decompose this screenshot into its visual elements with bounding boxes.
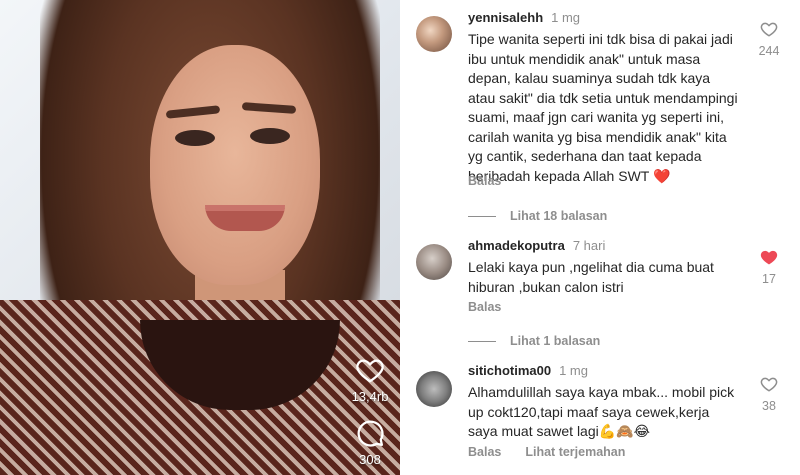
comment-like[interactable]: 244 [752,20,786,58]
comment-time: 1 mg [559,363,588,378]
view-replies-label: Lihat 18 balasan [510,209,608,223]
comment-like-count: 17 [762,272,776,286]
avatar[interactable] [416,16,452,52]
comment-like-count: 38 [762,399,776,413]
comment-username[interactable]: yennisalehh [468,10,543,25]
heart-filled-icon[interactable] [760,248,778,266]
video-likes-count: 13,4rb [351,389,389,404]
video-subject-face [150,45,320,285]
comment-like[interactable]: 17 [752,248,786,286]
comment-header: sitichotima00 1 mg [468,363,588,378]
avatar[interactable] [416,371,452,407]
reply-button[interactable]: Balas [468,300,501,314]
translate-button[interactable]: Lihat terjemahan [525,445,625,459]
comment-text: Tipe wanita seperti ini tdk bisa di paka… [468,31,738,184]
divider [468,215,496,217]
video-subject-eye-left [175,130,215,146]
video-player[interactable]: 13,4rb 308 [0,0,400,475]
video-like-action[interactable]: 13,4rb [340,355,400,404]
heart-outline-icon[interactable] [760,20,778,38]
comment-username[interactable]: ahmadekoputra [468,238,565,253]
heart-outline-icon[interactable] [355,355,385,385]
comment-header: ahmadekoputra 7 hari [468,238,605,253]
comment-actions: Balas Lihat terjemahan [468,445,625,459]
video-comments-count: 308 [359,452,381,467]
comment-text: Lelaki kaya pun ,ngelihat dia cuma buat … [468,259,714,295]
comment-username[interactable]: sitichotima00 [468,363,551,378]
avatar[interactable] [416,244,452,280]
view-replies-button[interactable]: Lihat 18 balasan [468,209,607,223]
comment-like-count: 244 [758,44,780,58]
comments-panel: yennisalehh 1 mg Tipe wanita seperti ini … [400,0,800,475]
heart-outline-icon[interactable] [760,375,778,393]
comment-time: 7 hari [572,238,606,253]
comment-header: yennisalehh 1 mg [468,10,580,25]
video-subject-eye-right [250,128,290,144]
divider [468,340,496,342]
view-replies-button[interactable]: Lihat 1 balasan [468,334,600,348]
comment-text: Alhamdulillah saya kaya mbak... mobil pi… [468,384,735,439]
comment-like[interactable]: 38 [752,375,786,413]
reply-button[interactable]: Balas [468,174,501,188]
video-side-actions: 13,4rb 308 [340,355,400,475]
comment-time: 1 mg [551,10,581,25]
view-replies-label: Lihat 1 balasan [510,334,601,348]
reply-button[interactable]: Balas [468,445,501,459]
video-comment-action[interactable]: 308 [340,418,400,467]
comment-bubble-icon[interactable] [355,418,385,448]
